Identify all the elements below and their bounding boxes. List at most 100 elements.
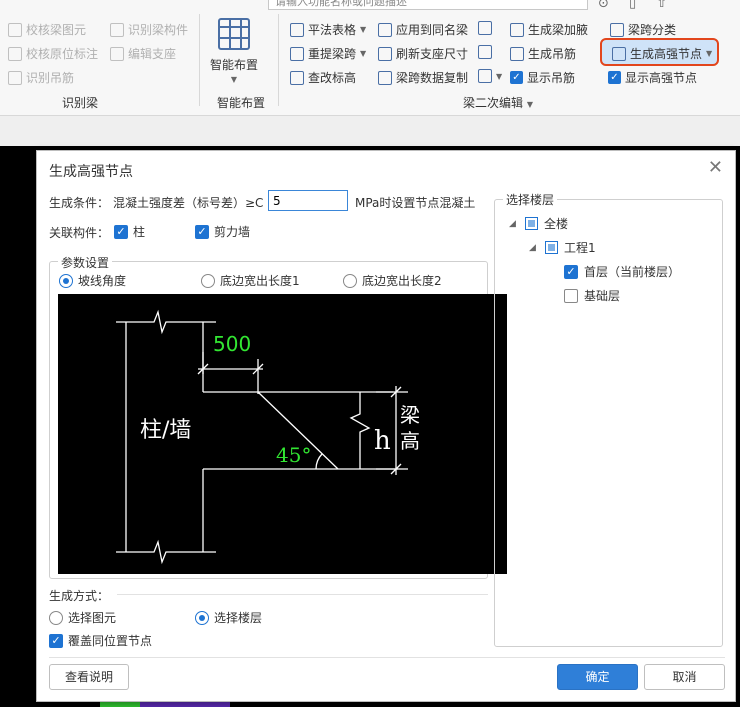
classify-icon (610, 22, 624, 37)
floor-tree-title: 选择楼层 (503, 191, 558, 208)
angle-value-label: 45° (276, 443, 311, 467)
gen-high-strength-node-button[interactable]: 生成高强节点 ▼ (612, 45, 712, 62)
dim-value-label: 500 (213, 332, 251, 356)
divider (117, 594, 488, 595)
checkbox-checked-icon: ✓ (195, 224, 209, 239)
condition-suffix: MPa时设置节点混凝土 (355, 196, 476, 210)
group-divider (199, 14, 200, 106)
flat-table-button[interactable]: 平法表格 ▼ (290, 21, 366, 38)
beam-label-1: 梁 (400, 403, 420, 427)
select-icon (478, 21, 492, 35)
identify-beam-button[interactable]: 识别梁构件 (110, 21, 188, 38)
span-classify-button[interactable]: 梁跨分类 (610, 21, 676, 38)
tool-icon-1[interactable] (478, 21, 492, 35)
smart-layout-icon (218, 18, 250, 50)
show-hanger-checkbox[interactable]: ✓ 显示吊筋 (510, 69, 575, 86)
column-label: 柱/墙 (140, 418, 191, 443)
apply-icon (378, 22, 392, 37)
edit-support-button[interactable]: 编辑支座 (110, 45, 176, 62)
select-element-radio[interactable]: 选择图元 (49, 609, 116, 626)
chevron-down-icon: ▼ (360, 49, 367, 58)
overwrite-node-checkbox[interactable]: ✓ 覆盖同位置节点 (49, 632, 152, 649)
checkbox-checked-icon: ✓ (608, 71, 621, 84)
group-divider (278, 14, 279, 106)
identify-beam-icon (110, 22, 124, 37)
radio-selected-icon (195, 610, 209, 625)
tree-node-project[interactable]: ◢ 工程1 (529, 239, 596, 256)
gen-high-strength-node-dialog: 生成高强节点 ✕ 生成条件： 混凝土强度差（标号差）≥C MPa时设置节点混凝土… (36, 150, 736, 702)
gen-hanger-button[interactable]: 生成吊筋 (510, 45, 576, 62)
radio-selected-icon (59, 273, 73, 288)
redraw-span-button[interactable]: 重提梁跨 ▼ (290, 45, 366, 62)
radio-unselected-icon (49, 610, 63, 625)
window-controls[interactable]: ⊙ ▯ ⇧ (598, 0, 675, 11)
h-label: h (374, 426, 391, 456)
copy-span-data-button[interactable]: 梁跨数据复制 (378, 69, 468, 86)
bottom-width-1-radio[interactable]: 底边宽出长度1 (201, 272, 300, 289)
angle-arc (315, 453, 323, 470)
identify-hanger-button[interactable]: 识别吊筋 (8, 69, 74, 86)
slope-angle-radio[interactable]: 坡线角度 (59, 272, 126, 289)
strength-diff-input[interactable] (268, 190, 348, 211)
group-label-smart-layout: 智能布置 (217, 96, 266, 110)
collapse-icon[interactable]: ◢ (509, 219, 519, 229)
smart-layout-button[interactable]: 智能布置 ▼ (206, 18, 262, 84)
gen-mode-label: 生成方式： (49, 589, 110, 603)
hook-icon (478, 69, 492, 83)
collapse-icon[interactable]: ◢ (529, 243, 539, 253)
chevron-down-icon: ▼ (360, 25, 367, 34)
shear-wall-checkbox[interactable]: ✓ 剪力墙 (195, 223, 250, 240)
cancel-button[interactable]: 取消 (644, 664, 725, 690)
haunch-icon (510, 22, 524, 37)
checkbox-unchecked-icon[interactable] (564, 288, 578, 303)
table-icon (290, 22, 304, 37)
copy-icon (378, 70, 392, 85)
elevation-icon (290, 70, 304, 85)
check-beam-button[interactable]: 校核梁图元 (8, 21, 86, 38)
partial-check-icon[interactable] (545, 241, 558, 254)
top-break-line (116, 309, 216, 335)
partial-check-icon[interactable] (525, 217, 538, 230)
tree-node-first-floor[interactable]: ✓ 首层（当前楼层） (564, 263, 680, 280)
tree-node-all-floors[interactable]: ◢ 全楼 (509, 215, 568, 232)
node-diagram: 500 45° 柱/墙 h 梁 高 (58, 294, 507, 574)
hanger-icon (510, 46, 524, 61)
show-high-strength-node-checkbox[interactable]: ✓ 显示高强节点 (608, 69, 697, 86)
footer-divider (49, 657, 725, 658)
help-button[interactable]: 查看说明 (49, 664, 129, 690)
ribbon-toolbar: 请输入功能名称或问题描述 ⊙ ▯ ⇧ 校核梁图元 识别梁构件 校核原位标注 编辑… (0, 0, 740, 116)
tool-icon-3[interactable]: ▼ (478, 69, 502, 83)
condition-text: 混凝土强度差（标号差）≥C (113, 196, 264, 210)
checkbox-checked-icon[interactable]: ✓ (564, 264, 578, 279)
check-annotation-icon (8, 46, 22, 61)
beam-break-line (349, 392, 371, 469)
node-diagram-svg: 500 45° 柱/墙 h 梁 高 (116, 309, 420, 565)
refresh-support-button[interactable]: 刷新支座尺寸 (378, 45, 468, 62)
check-annotation-button[interactable]: 校核原位标注 (8, 45, 98, 62)
ok-button[interactable]: 确定 (557, 664, 638, 690)
tree-node-foundation[interactable]: 基础层 (564, 287, 620, 304)
frame-icon (478, 45, 492, 59)
chevron-down-icon: ▼ (496, 71, 503, 81)
edit-elevation-button[interactable]: 查改标高 (290, 69, 356, 86)
gen-haunch-button[interactable]: 生成梁加腋 (510, 21, 588, 38)
select-floor-radio[interactable]: 选择楼层 (195, 609, 262, 626)
condition-label: 生成条件： (49, 196, 110, 210)
bottom-width-2-radio[interactable]: 底边宽出长度2 (343, 272, 442, 289)
group-label-identify-beam: 识别梁 (62, 96, 99, 110)
span-icon (290, 46, 304, 61)
params-legend: 参数设置 (58, 254, 113, 271)
tool-icon-2[interactable] (478, 45, 492, 59)
workspace-band (0, 116, 740, 146)
search-input[interactable]: 请输入功能名称或问题描述 (268, 0, 588, 10)
radio-unselected-icon (201, 273, 215, 288)
checkbox-checked-icon: ✓ (510, 71, 523, 84)
check-beam-icon (8, 22, 22, 37)
identify-hanger-icon (8, 70, 22, 85)
chevron-down-icon: ▼ (230, 75, 238, 84)
close-icon[interactable]: ✕ (708, 157, 723, 178)
column-checkbox[interactable]: ✓ 柱 (114, 223, 145, 240)
beam-label-2: 高 (400, 429, 420, 453)
bottom-break-line (116, 539, 216, 565)
apply-same-name-button[interactable]: 应用到同名梁 (378, 21, 468, 38)
